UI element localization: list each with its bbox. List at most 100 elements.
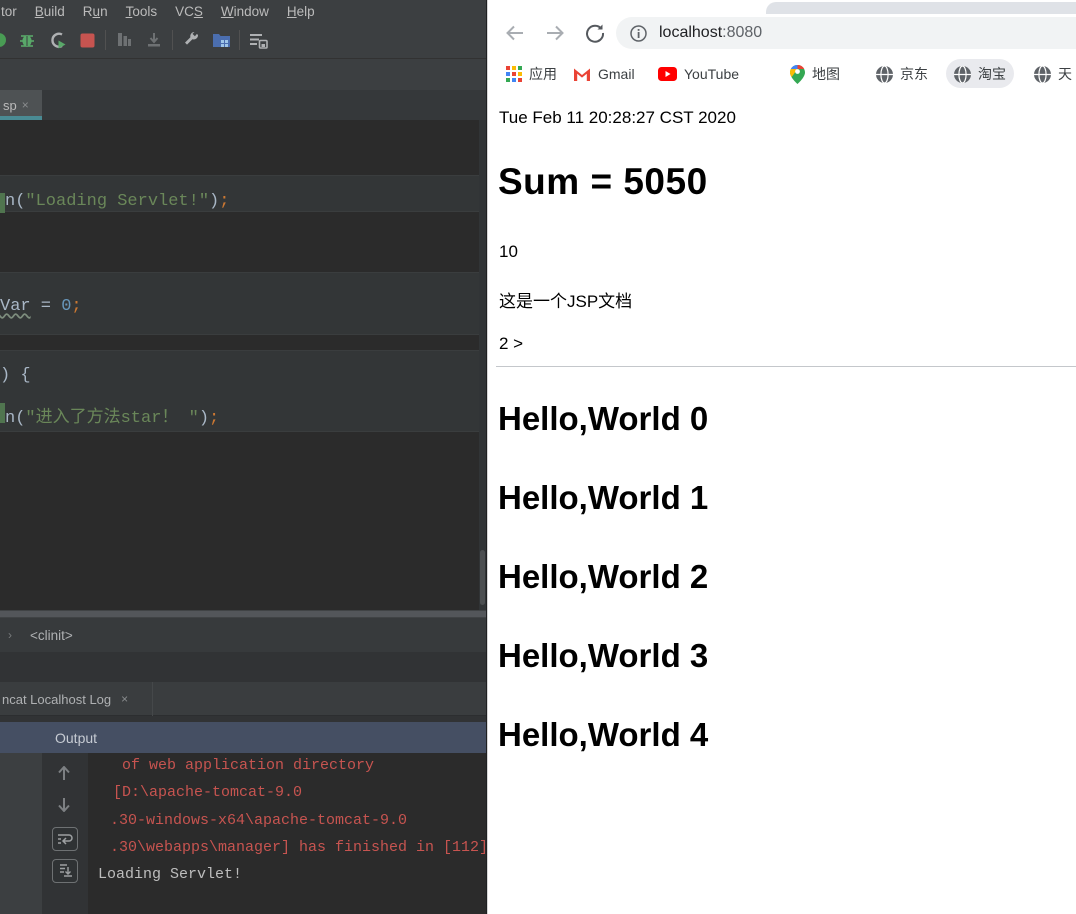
toolwindow-gap	[0, 652, 486, 682]
page-info-icon[interactable]	[630, 24, 647, 42]
menu-run[interactable]: Run	[74, 4, 117, 19]
bookmark-taobao[interactable]: 淘宝	[954, 61, 1006, 87]
run-icon[interactable]	[0, 27, 12, 53]
code-token: ;	[219, 192, 230, 211]
bookmark-label: 地图	[812, 66, 840, 82]
stop-icon[interactable]	[72, 27, 102, 53]
browser-window: localhost:8080 应用 Gmail YouTube 地图 京东 淘宝…	[487, 0, 1076, 914]
log-tab-label: ncat Localhost Log	[2, 691, 112, 707]
output-label: Output	[55, 729, 98, 746]
code-editor[interactable]: n("Loading Servlet!"); Var = 0; ) { n("进…	[0, 120, 486, 610]
chevron-right-icon: ›	[8, 628, 12, 642]
hello-heading: Hello,World 0	[498, 400, 709, 437]
debug-icon[interactable]	[12, 27, 42, 53]
value-line: 10	[499, 242, 518, 261]
code-line: n("Loading Servlet!");	[5, 192, 229, 211]
project-structure-icon[interactable]	[206, 27, 236, 53]
scroll-to-end-icon[interactable]	[52, 859, 78, 883]
up-arrow-icon[interactable]	[51, 763, 77, 785]
console-toolbar	[42, 753, 88, 914]
code-token: ;	[209, 409, 220, 428]
code-line: Var = 0;	[0, 297, 82, 316]
tab-tomcat-localhost-log[interactable]: ncat Localhost Log ×	[0, 682, 128, 716]
forward-icon[interactable]	[541, 19, 569, 47]
console-line: .30-windows-x64\apache-tomcat-9.0	[110, 812, 408, 829]
menu-refactor-partial[interactable]: tor	[0, 4, 26, 19]
bookmark-maps[interactable]: 地图	[790, 61, 840, 87]
output-header[interactable]: Output	[0, 722, 486, 753]
bookmark-label: 天	[1058, 66, 1072, 82]
hello-heading: Hello,World 3	[498, 637, 709, 674]
maps-icon	[790, 64, 805, 84]
console-panel[interactable]: of web application directory [D:\apache-…	[0, 753, 486, 914]
toolbar-separator	[105, 30, 106, 50]
code-token: )	[209, 192, 220, 211]
tab-divider	[152, 682, 153, 716]
count-line: 2 >	[499, 334, 524, 353]
scrollbar-thumb[interactable]	[480, 550, 485, 605]
hello-heading: Hello,World 4	[498, 716, 709, 753]
jsp-doc-line: 这是一个JSP文档	[499, 292, 633, 311]
back-icon[interactable]	[501, 19, 529, 47]
reload-icon[interactable]	[581, 19, 609, 47]
run-toolwindow-tabs: ncat Localhost Log ×	[0, 682, 486, 716]
toolbar-separator	[239, 30, 240, 50]
url-text[interactable]: localhost:8080	[659, 24, 762, 42]
ide-navigation-bar	[0, 59, 486, 91]
wrench-icon[interactable]	[176, 27, 206, 53]
code-token: =	[30, 297, 62, 316]
hello-heading: Hello,World 1	[498, 479, 709, 516]
code-token: 0	[61, 297, 72, 316]
hello-heading: Hello,World 2	[498, 558, 709, 595]
editor-console-splitter[interactable]	[0, 610, 486, 618]
globe-icon	[954, 65, 971, 83]
bookmark-label: Gmail	[598, 66, 635, 82]
editor-tab-jsp[interactable]: sp ×	[0, 90, 42, 120]
soft-wrap-icon[interactable]	[52, 827, 78, 851]
bookmark-gmail[interactable]: Gmail	[573, 61, 635, 87]
run-with-coverage-icon[interactable]	[42, 27, 72, 53]
date-line: Tue Feb 11 20:28:27 CST 2020	[499, 108, 736, 127]
sum-heading: Sum = 5050	[498, 161, 708, 202]
toolwindow-stripe	[0, 753, 42, 914]
close-icon[interactable]: ×	[22, 98, 29, 112]
code-token: n(	[5, 409, 26, 428]
bookmark-tmall[interactable]: 天	[1034, 61, 1072, 87]
console-line: [D:\apache-tomcat-9.0	[113, 784, 303, 801]
editor-scrollbar[interactable]	[479, 120, 486, 610]
code-token: Var	[0, 297, 31, 316]
address-bar[interactable]: localhost:8080	[616, 17, 1076, 49]
editor-tab-label: sp	[3, 97, 17, 113]
url-port: :8080	[722, 24, 763, 41]
debugger-breadcrumb-bar: › <clinit>	[0, 618, 486, 652]
editor-tabbar: sp ×	[0, 90, 486, 120]
menu-build[interactable]: Build	[26, 4, 74, 19]
menu-vcs[interactable]: VCS	[166, 4, 212, 19]
breadcrumb-clinit[interactable]: <clinit>	[30, 628, 73, 643]
down-arrow-icon[interactable]	[51, 793, 77, 815]
bookmark-label: 淘宝	[978, 66, 1006, 82]
console-line: .30\webapps\manager] has finished in [11…	[110, 839, 486, 856]
menu-tools[interactable]: Tools	[117, 4, 167, 19]
code-token: )	[198, 409, 210, 428]
close-icon[interactable]: ×	[121, 692, 128, 706]
menu-window[interactable]: Window	[212, 4, 278, 19]
menu-help[interactable]: Help	[278, 4, 324, 19]
build-icon[interactable]	[109, 27, 139, 53]
code-line: ) {	[0, 366, 31, 385]
bookmark-jd[interactable]: 京东	[876, 61, 928, 87]
bookmark-apps[interactable]: 应用	[506, 61, 557, 87]
code-token: ;	[71, 297, 82, 316]
bookmark-youtube[interactable]: YouTube	[658, 61, 739, 87]
globe-icon	[876, 65, 893, 83]
gmail-icon	[573, 67, 591, 81]
import-icon[interactable]	[139, 27, 169, 53]
apps-grid-icon	[506, 66, 522, 82]
bookmark-label: 应用	[529, 66, 557, 82]
bookmarks-bar: 应用 Gmail YouTube 地图 京东 淘宝 天	[488, 52, 1076, 95]
update-application-icon[interactable]	[243, 27, 273, 53]
ide-toolbar	[0, 22, 486, 59]
globe-icon	[1034, 65, 1051, 83]
code-token: n(	[5, 192, 26, 211]
bookmark-label: 京东	[900, 66, 928, 82]
